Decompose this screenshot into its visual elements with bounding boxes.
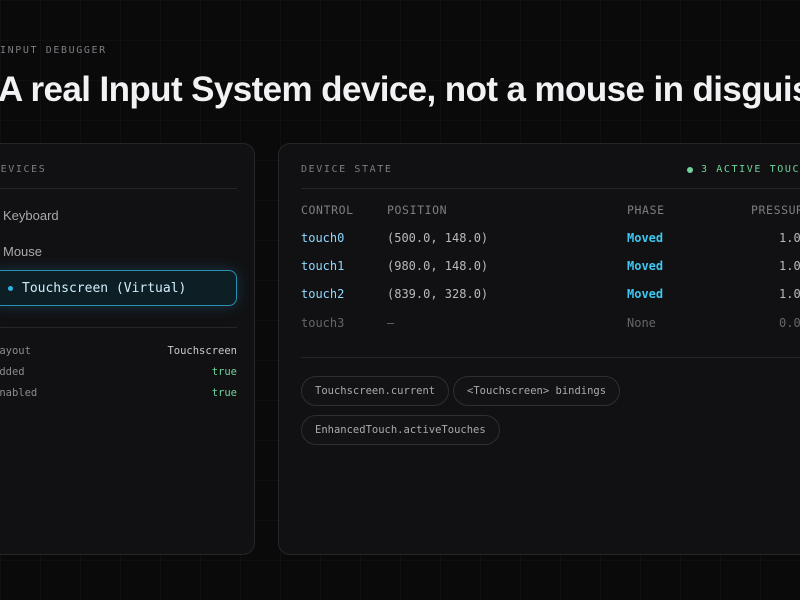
device-item-mouse[interactable]: Mouse: [0, 233, 237, 269]
touch-position: (839.0, 328.0): [387, 287, 489, 301]
touch-pressure: 0.00: [779, 316, 800, 330]
meta-value: true: [211, 366, 237, 378]
touch-control: touch1: [301, 259, 345, 273]
devices-panel-title: DEVICES: [0, 164, 47, 175]
active-touches-label: 3 ACTIVE TOUCHES: [701, 164, 800, 175]
meta-key: Layout: [0, 345, 31, 357]
touch-position: (980.0, 148.0): [387, 259, 489, 273]
touch-position: —: [387, 316, 395, 330]
touch-phase: Moved: [627, 287, 664, 301]
column-header-phase: PHASE: [627, 203, 665, 217]
touch-pressure: 1.00: [779, 287, 800, 301]
touch-control: touch3: [301, 316, 345, 330]
touch-phase: None: [627, 316, 656, 330]
touch-phase: Moved: [627, 259, 664, 273]
devices-panel: DEVICES Keyboard Mouse Touchscreen (Virt…: [0, 143, 255, 555]
meta-value: Touchscreen: [167, 345, 237, 357]
touch-phase: Moved: [627, 231, 664, 245]
eyebrow-label: INPUT DEBUGGER: [0, 45, 107, 56]
divider: [0, 327, 237, 328]
status-dot-icon: [687, 166, 693, 173]
device-item-label: Touchscreen (Virtual): [22, 280, 187, 296]
page-headline: A real Input System device, not a mouse …: [0, 70, 800, 109]
device-item-touchscreen[interactable]: Touchscreen (Virtual): [0, 270, 237, 306]
divider: [301, 188, 800, 189]
divider: [301, 357, 800, 358]
column-header-position: POSITION: [387, 203, 448, 217]
touch-pressure: 1.00: [779, 259, 800, 273]
meta-row-layout: Layout Touchscreen: [0, 345, 237, 357]
column-header-pressure: PRESSURE: [751, 203, 800, 217]
column-header-control: CONTROL: [301, 203, 354, 217]
meta-key: Enabled: [0, 387, 38, 399]
device-item-label: Mouse: [3, 243, 43, 259]
meta-value: true: [211, 387, 237, 399]
meta-row-added: Added true: [0, 366, 237, 378]
api-chip-enhanced-touch[interactable]: EnhancedTouch.activeTouches: [301, 415, 500, 445]
active-touches-badge: 3 ACTIVE TOUCHES: [687, 164, 800, 175]
device-state-title: DEVICE STATE: [301, 164, 393, 175]
touch-control: touch0: [301, 231, 345, 245]
device-item-label: Keyboard: [3, 207, 59, 223]
touch-control: touch2: [301, 287, 345, 301]
touch-position: (500.0, 148.0): [387, 231, 489, 245]
device-state-panel: DEVICE STATE 3 ACTIVE TOUCHES CONTROL PO…: [278, 143, 800, 555]
api-chip-touchscreen-current[interactable]: Touchscreen.current: [301, 376, 450, 406]
meta-key: Added: [0, 366, 25, 378]
touch-pressure: 1.00: [779, 231, 800, 245]
selected-dot-icon: [8, 285, 13, 291]
api-chip-bindings[interactable]: <Touchscreen> bindings: [453, 376, 621, 406]
meta-row-enabled: Enabled true: [0, 387, 237, 399]
device-item-keyboard[interactable]: Keyboard: [0, 197, 237, 233]
divider: [0, 188, 237, 189]
